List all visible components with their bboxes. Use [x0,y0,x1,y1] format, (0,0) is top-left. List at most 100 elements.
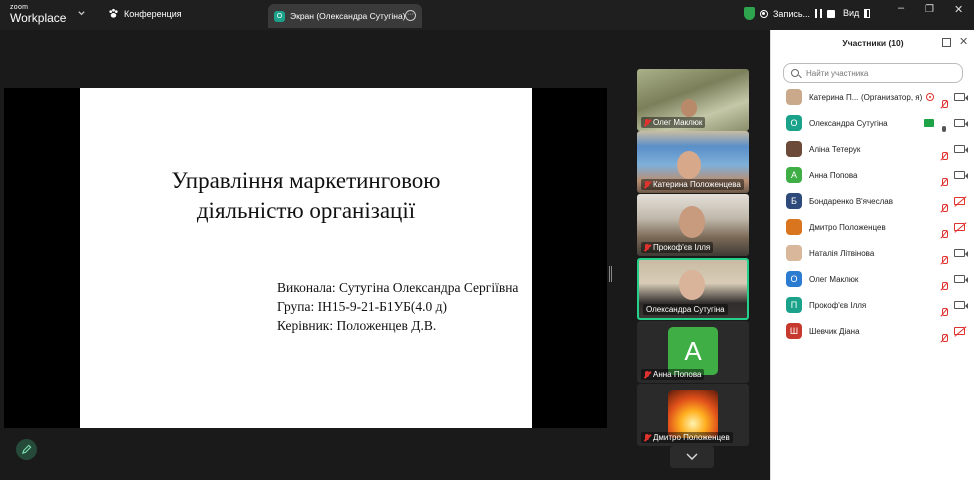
search-icon [791,69,799,77]
avatar: П [786,297,802,313]
video-name-tag: Катерина Положенцева [641,179,744,190]
participant-name: Олександра Сутугіна [809,119,888,128]
scroll-videos-down-button[interactable] [670,446,714,468]
stop-recording-icon[interactable] [827,9,836,18]
camera-icon[interactable] [954,145,968,153]
participant-name: Наталія Літвінова [809,249,875,258]
mic-muted-icon[interactable] [940,151,948,161]
participant-name: Анна Попова [809,171,858,180]
chevron-down-icon [686,453,698,460]
camera-off-icon[interactable] [954,197,965,205]
mic-muted-icon[interactable] [940,333,948,343]
record-icon [760,9,768,18]
avatar: Б [786,193,802,209]
participant-row[interactable]: Аліна Тетерук [771,138,974,160]
participant-name: Олег Маклюк [809,275,859,284]
paw-icon [109,8,118,18]
avatar: О [786,115,802,131]
restore-icon[interactable]: ❐ [925,5,934,15]
pencil-icon [21,444,32,455]
search-input[interactable] [804,67,954,79]
avatar: А [786,167,802,183]
logo-big: Workplace [10,11,67,25]
host-icon [926,93,934,101]
camera-icon[interactable] [954,93,968,101]
chevron-down-icon[interactable] [77,9,86,18]
camera-icon[interactable] [954,249,968,257]
participant-row[interactable]: Дмитро Положенцев [771,216,974,238]
camera-icon[interactable] [954,275,968,283]
camera-off-icon[interactable] [954,327,965,335]
video-tile[interactable]: Дмитро Положенцев [637,384,749,446]
screen-share-icon [924,119,934,127]
participant-name: Прокоф'єв Ілля [809,301,867,310]
avatar: А [668,327,718,375]
participant-row[interactable]: О Олег Маклюк [771,268,974,290]
participant-name: Бондаренко В'ячеслав [809,197,893,206]
mic-muted-icon[interactable] [940,255,948,265]
mic-muted-icon[interactable] [940,281,948,291]
slide-supervisor: Керівник: Положенцев Д.В. [277,318,437,333]
participant-row[interactable]: Наталія Літвінова [771,242,974,264]
participant-row[interactable]: А Анна Попова [771,164,974,186]
avatar [786,141,802,157]
minimize-icon[interactable]: – [898,3,904,14]
participant-name: Аліна Тетерук [809,145,861,154]
video-tile[interactable]: Олег Маклюк [637,69,749,131]
close-window-icon[interactable]: ✕ [954,5,963,16]
camera-off-icon[interactable] [954,223,965,231]
close-panel-icon[interactable]: ✕ [959,35,968,48]
pause-recording-icon[interactable] [815,9,823,18]
video-name-tag: Прокоф'єв Ілля [641,242,714,253]
video-name: Анна Попова [653,370,702,379]
participant-name: Дмитро Положенцев [809,223,886,232]
avatar [786,89,802,105]
participant-name: Катерина П... [809,93,859,102]
slide-title-line2: діяльністю організації [196,198,416,223]
video-name: Прокоф'єв Ілля [653,243,711,252]
avatar [786,219,802,235]
pop-out-icon[interactable] [942,38,951,47]
mic-on-icon[interactable] [940,125,947,135]
conference-menu[interactable]: Конференция [108,8,182,19]
recording-label: Запись... [773,8,811,19]
video-name: Дмитро Положенцев [653,433,730,442]
video-tile[interactable]: Катерина Положенцева [637,131,749,193]
participant-row[interactable]: П Прокоф'єв Ілля [771,294,974,316]
more-options-icon[interactable]: ··· [405,10,416,21]
camera-icon[interactable] [954,171,968,179]
screen-tab-label: Экран (Олександра Сутугіна) [290,11,406,21]
camera-icon[interactable] [954,119,968,127]
view-layout-icon [864,8,871,18]
mic-muted-icon [644,243,650,252]
mic-muted-icon [644,370,650,379]
participant-name: Шевчик Діана [809,327,860,336]
resize-handle[interactable] [609,266,612,282]
zoom-logo: zoom Workplace [10,4,66,24]
video-tile[interactable]: Прокоф'єв Ілля [637,194,749,256]
encryption-shield-icon [744,7,755,20]
avatar [668,390,718,438]
annotate-button[interactable] [16,439,37,460]
participant-row[interactable]: Б Бондаренко В'ячеслав [771,190,974,212]
video-tile-active-speaker[interactable]: Олександра Сутугіна [637,258,749,320]
camera-icon[interactable] [954,301,968,309]
participant-row[interactable]: Ш Шевчик Діана [771,320,974,342]
mic-muted-icon[interactable] [940,177,948,187]
view-menu[interactable]: Вид [843,8,871,18]
video-tile[interactable]: А Анна Попова [637,321,749,383]
mic-muted-icon [644,118,650,127]
participant-row[interactable]: О Олександра Сутугіна [771,112,974,134]
mic-muted-icon[interactable] [940,99,948,109]
mic-muted-icon[interactable] [940,229,948,239]
video-name-tag: Олег Маклюк [641,117,706,128]
participant-row[interactable]: Катерина П... (Организатор, я) [771,86,974,108]
participant-search[interactable] [783,63,963,83]
mic-muted-icon[interactable] [940,203,948,213]
screen-share-tab[interactable]: O Экран (Олександра Сутугіна) ··· [268,4,422,28]
slide-info: Виконала: Сутугіна Олександра Сергіївна … [277,278,518,335]
mic-muted-icon[interactable] [940,307,948,317]
conference-label: Конференция [124,8,182,19]
title-bar: zoom Workplace Конференция O Экран (Олек… [0,0,974,30]
slide-group: Група: ІН15-9-21-Б1УБ(4.0 д) [277,299,448,314]
